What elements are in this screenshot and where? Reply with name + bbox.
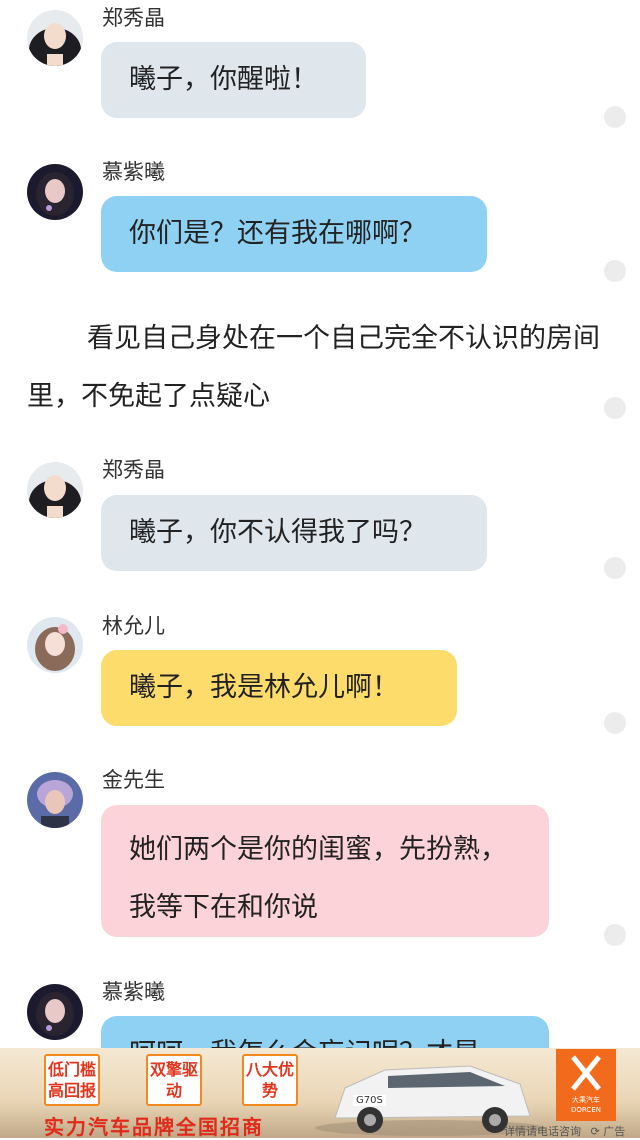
brand-x-icon: [571, 1055, 601, 1091]
message-bubble[interactable]: 曦子，你不认得我了吗？: [101, 495, 487, 571]
car-plate: G70S: [353, 1095, 386, 1106]
narration-text: 看见自己身处在一个自己完全不认识的房间里，不免起了点疑心: [27, 323, 600, 412]
ad-slogan: 实力汽车品牌全国招商: [44, 1115, 264, 1139]
ad-label[interactable]: 广告: [603, 1125, 625, 1138]
status-dot: [604, 397, 626, 419]
status-dot: [604, 924, 626, 946]
avatar[interactable]: [27, 164, 83, 220]
sender-name: 慕紫曦: [102, 160, 165, 184]
ad-info-icon[interactable]: ⟳: [591, 1125, 600, 1138]
ad-footer-text: 详情请电话咨询: [504, 1125, 581, 1138]
brand-logo: 大乘汽车 DORCEN: [556, 1049, 616, 1121]
status-dot: [604, 106, 626, 128]
status-dot: [604, 712, 626, 734]
avatar[interactable]: [27, 10, 83, 66]
sender-name: 郑秀晶: [102, 6, 165, 30]
sender-name: 慕紫曦: [102, 980, 165, 1004]
brand-name: 大乘汽车 DORCEN: [571, 1096, 601, 1114]
status-dot: [604, 557, 626, 579]
message-bubble[interactable]: 她们两个是你的闺蜜，先扮熟，我等下在和你说: [101, 805, 549, 937]
ad-badge: 八大优势: [242, 1054, 298, 1106]
sender-name: 金先生: [102, 768, 165, 792]
message-bubble[interactable]: 曦子，我是林允儿啊！: [101, 650, 457, 726]
ad-badge: 低门槛高回报: [44, 1054, 100, 1106]
sender-name: 郑秀晶: [102, 458, 165, 482]
avatar[interactable]: [27, 984, 83, 1040]
status-dot: [604, 260, 626, 282]
sender-name: 林允儿: [102, 614, 165, 638]
message-bubble[interactable]: 你们是？还有我在哪啊？: [101, 196, 487, 272]
ad-badge: 双擎驱动: [146, 1054, 202, 1106]
message-bubble[interactable]: 曦子，你醒啦！: [101, 42, 366, 118]
ad-footer: 详情请电话咨询 ⟳ 广告: [504, 1123, 625, 1139]
avatar[interactable]: [27, 462, 83, 518]
avatar[interactable]: [27, 772, 83, 828]
avatar[interactable]: [27, 617, 83, 673]
